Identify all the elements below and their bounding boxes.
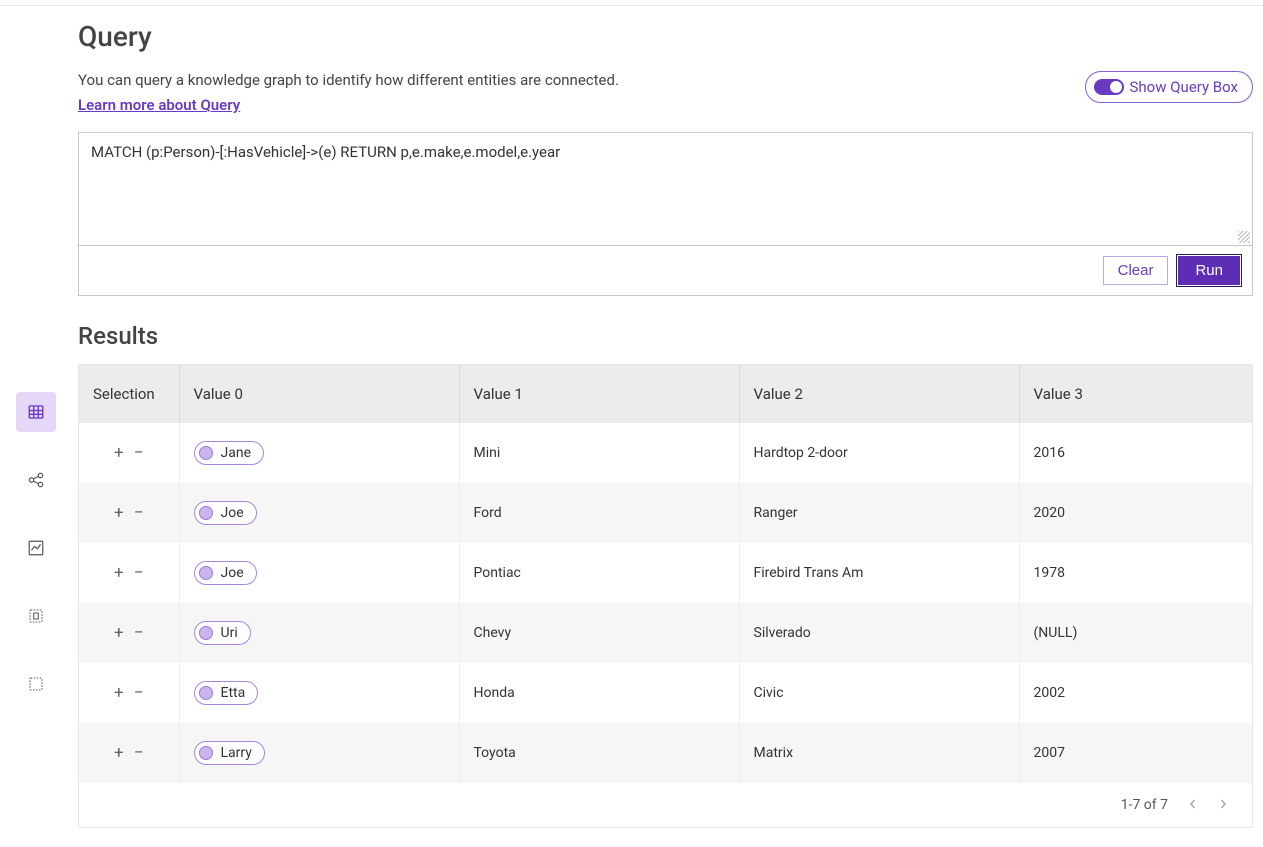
- cell: Ford: [459, 483, 739, 543]
- node-label: Uri: [221, 625, 238, 641]
- table-icon: [27, 403, 45, 421]
- node-dot-icon: [199, 506, 213, 520]
- cell: Ranger: [739, 483, 1019, 543]
- node-pill[interactable]: Joe: [194, 501, 257, 525]
- chart-icon: [27, 539, 45, 557]
- row-collapse-button[interactable]: −: [134, 745, 144, 762]
- cell: Pontiac: [459, 543, 739, 603]
- graph-icon: [27, 471, 45, 489]
- col-header-value1[interactable]: Value 1: [459, 365, 739, 423]
- node-label: Etta: [221, 685, 246, 701]
- view-graph-button[interactable]: [16, 460, 56, 500]
- results-scroll[interactable]: Selection Value 0 Value 1 Value 2 Value …: [79, 365, 1252, 783]
- cell: 2016: [1019, 423, 1252, 483]
- table-row[interactable]: +− Jane MiniHardtop 2-door2016: [79, 423, 1252, 483]
- cell: Civic: [739, 663, 1019, 723]
- view-select-button[interactable]: [16, 664, 56, 704]
- node-pill[interactable]: Uri: [194, 621, 251, 645]
- node-label: Joe: [221, 565, 244, 581]
- cell: Silverado: [739, 603, 1019, 663]
- chevron-left-icon: [1188, 799, 1198, 809]
- pagination: 1-7 of 7: [79, 783, 1252, 827]
- node-dot-icon: [199, 686, 213, 700]
- cell: 2007: [1019, 723, 1252, 783]
- view-table-button[interactable]: [16, 392, 56, 432]
- col-header-value3[interactable]: Value 3: [1019, 365, 1252, 423]
- node-dot-icon: [199, 746, 213, 760]
- toggle-label: Show Query Box: [1130, 78, 1238, 96]
- node-pill[interactable]: Jane: [194, 441, 265, 465]
- toggle-switch: [1094, 79, 1124, 95]
- node-pill[interactable]: Etta: [194, 681, 259, 705]
- results-title: Results: [78, 322, 1253, 350]
- row-expand-button[interactable]: +: [114, 505, 124, 522]
- col-header-value2[interactable]: Value 2: [739, 365, 1019, 423]
- node-dot-icon: [199, 626, 213, 640]
- col-header-selection[interactable]: Selection: [79, 365, 179, 423]
- page-next-button[interactable]: [1218, 797, 1228, 813]
- node-pill[interactable]: Joe: [194, 561, 257, 585]
- run-button[interactable]: Run: [1178, 256, 1240, 285]
- row-expand-button[interactable]: +: [114, 445, 124, 462]
- row-collapse-button[interactable]: −: [134, 505, 144, 522]
- col-header-value0[interactable]: Value 0: [179, 365, 459, 423]
- table-row[interactable]: +− Etta HondaCivic2002: [79, 663, 1252, 723]
- node-pill[interactable]: Larry: [194, 741, 265, 765]
- node-label: Jane: [221, 445, 252, 461]
- view-map-button[interactable]: [16, 596, 56, 636]
- clear-button[interactable]: Clear: [1103, 256, 1169, 285]
- table-row[interactable]: +− Uri ChevySilverado(NULL): [79, 603, 1252, 663]
- cell: 2002: [1019, 663, 1252, 723]
- page-prev-button[interactable]: [1188, 797, 1198, 813]
- table-row[interactable]: +− Joe PontiacFirebird Trans Am1978: [79, 543, 1252, 603]
- node-label: Joe: [221, 505, 244, 521]
- view-sidebar: [0, 6, 72, 847]
- node-dot-icon: [199, 566, 213, 580]
- cell: (NULL): [1019, 603, 1252, 663]
- view-chart-button[interactable]: [16, 528, 56, 568]
- row-collapse-button[interactable]: −: [134, 685, 144, 702]
- table-row[interactable]: +− Joe FordRanger2020: [79, 483, 1252, 543]
- cell: Toyota: [459, 723, 739, 783]
- map-icon: [27, 607, 45, 625]
- row-expand-button[interactable]: +: [114, 625, 124, 642]
- cell: Firebird Trans Am: [739, 543, 1019, 603]
- row-expand-button[interactable]: +: [114, 565, 124, 582]
- chevron-right-icon: [1218, 799, 1228, 809]
- cell: Mini: [459, 423, 739, 483]
- pagination-text: 1-7 of 7: [1121, 797, 1168, 813]
- results-panel: Selection Value 0 Value 1 Value 2 Value …: [78, 364, 1253, 828]
- show-query-box-toggle[interactable]: Show Query Box: [1085, 71, 1253, 103]
- node-dot-icon: [199, 446, 213, 460]
- cell: 2020: [1019, 483, 1252, 543]
- cell: 1978: [1019, 543, 1252, 603]
- page-description: You can query a knowledge graph to ident…: [78, 71, 619, 89]
- row-collapse-button[interactable]: −: [134, 445, 144, 462]
- row-collapse-button[interactable]: −: [134, 625, 144, 642]
- page-title: Query: [78, 20, 1253, 53]
- cell: Chevy: [459, 603, 739, 663]
- row-expand-button[interactable]: +: [114, 685, 124, 702]
- select-icon: [27, 675, 45, 693]
- query-box: Clear Run: [78, 132, 1253, 296]
- cell: Honda: [459, 663, 739, 723]
- learn-more-link[interactable]: Learn more about Query: [78, 96, 240, 114]
- cell: Matrix: [739, 723, 1019, 783]
- query-textarea[interactable]: [79, 133, 1252, 241]
- node-label: Larry: [221, 745, 252, 761]
- cell: Hardtop 2-door: [739, 423, 1019, 483]
- row-collapse-button[interactable]: −: [134, 565, 144, 582]
- row-expand-button[interactable]: +: [114, 745, 124, 762]
- table-row[interactable]: +− Larry ToyotaMatrix2007: [79, 723, 1252, 783]
- results-table: Selection Value 0 Value 1 Value 2 Value …: [79, 365, 1252, 783]
